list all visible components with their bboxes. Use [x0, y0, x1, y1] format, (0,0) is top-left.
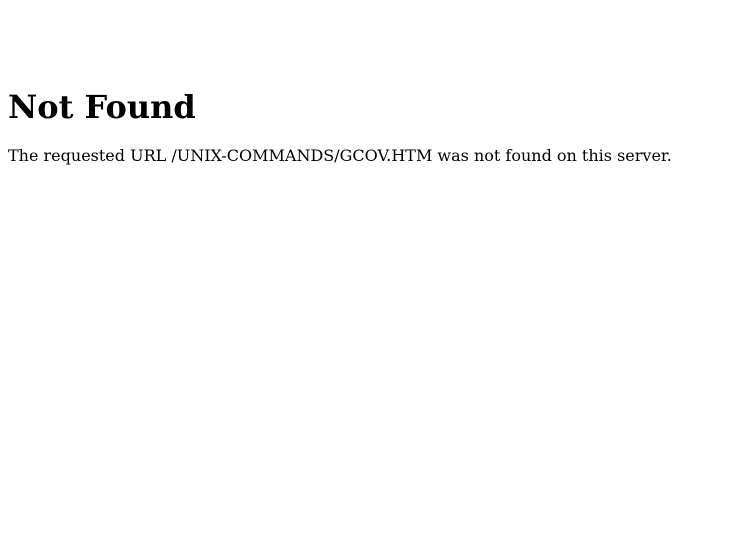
error-page: Not Found The requested URL /UNIX-COMMAN…	[0, 0, 735, 548]
error-message: The requested URL /UNIX-COMMANDS/GCOV.HT…	[8, 146, 672, 165]
page-title: Not Found	[8, 88, 196, 126]
